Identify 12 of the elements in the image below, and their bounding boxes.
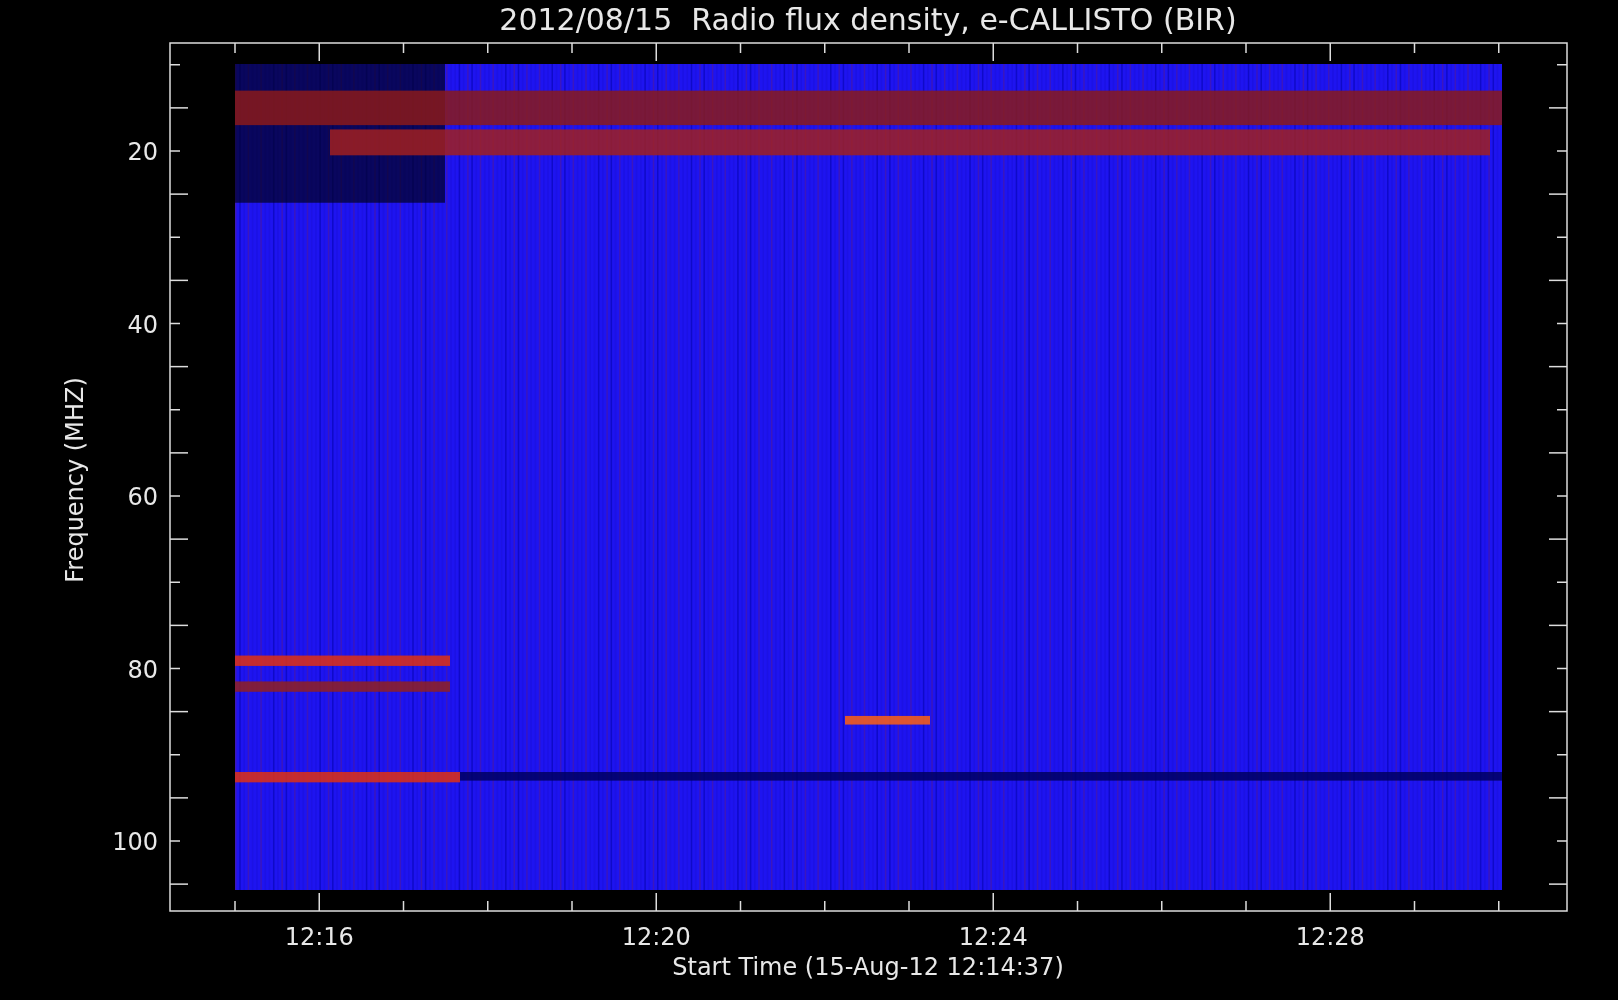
x-tick-label: 12:20 <box>621 923 691 951</box>
y-tick-label: 40 <box>127 310 158 339</box>
x-tick-label: 12:16 <box>284 923 354 951</box>
y-tick-label: 20 <box>127 138 158 166</box>
x-axis-label: Start Time (15-Aug-12 12:14:37) <box>672 953 1064 981</box>
y-tick-label: 60 <box>127 483 158 511</box>
chart-title: 2012/08/15 Radio flux density, e-CALLISTO (BIR) <box>499 2 1237 37</box>
y-tick-label: 80 <box>127 655 158 684</box>
y-axis-label: Frequency (MHZ) <box>61 377 89 583</box>
y-tick-label: 100 <box>112 828 158 856</box>
x-tick-label: 12:24 <box>958 923 1028 951</box>
x-tick-label: 12:28 <box>1295 923 1365 951</box>
